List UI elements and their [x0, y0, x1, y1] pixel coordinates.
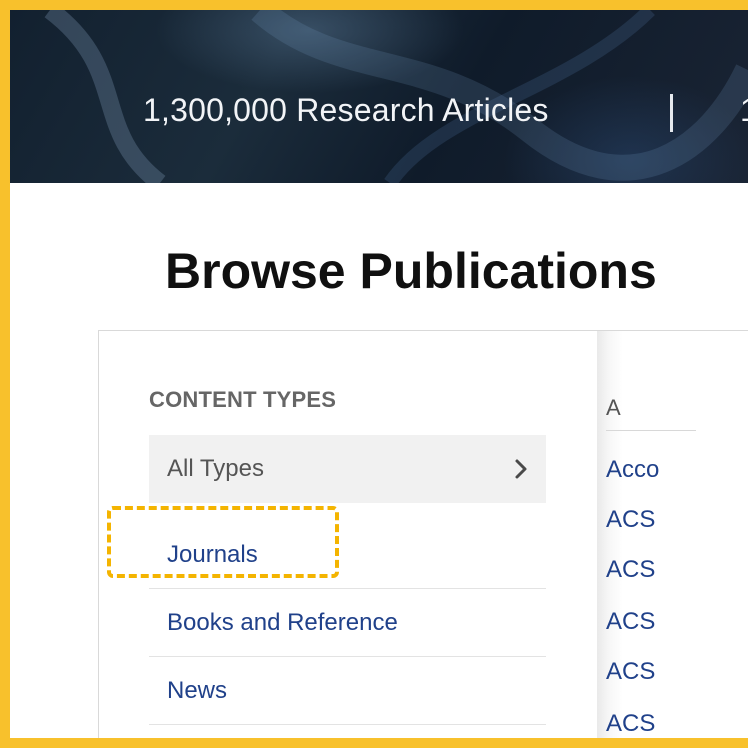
content-type-news[interactable]: News: [149, 657, 546, 725]
content-type-books-and-reference[interactable]: Books and Reference: [149, 589, 546, 657]
publication-link[interactable]: ACS: [606, 608, 655, 636]
content-type-label: All Types: [167, 455, 264, 482]
hero-stat-divider: [670, 94, 673, 132]
content-type-journals[interactable]: Journals: [149, 521, 546, 589]
content-type-all-types[interactable]: All Types: [149, 435, 546, 503]
publication-link[interactable]: ACS: [606, 556, 655, 584]
content-types-heading: CONTENT TYPES: [149, 387, 337, 412]
content-types-sidebar: CONTENT TYPES All Types Journals Books a…: [99, 331, 597, 738]
content-type-label: News: [167, 676, 228, 704]
publication-link[interactable]: ACS: [606, 710, 655, 738]
content-type-label: Books and Reference: [167, 608, 398, 636]
screenshot-frame: 1,300,000 Research Articles 1 Browse Pub…: [0, 0, 748, 748]
hero-stat-secondary: 1: [740, 92, 748, 129]
alphabet-letter-heading: A: [606, 395, 621, 420]
hero-stat-research-articles: 1,300,000 Research Articles: [143, 92, 549, 128]
content-type-label: Journals: [167, 540, 258, 568]
letter-divider: [606, 430, 696, 431]
publication-link[interactable]: Acco: [606, 456, 659, 484]
hero-banner: 1,300,000 Research Articles 1: [10, 10, 748, 183]
chevron-right-icon: [515, 459, 527, 479]
publication-link[interactable]: ACS: [606, 658, 655, 686]
publication-link[interactable]: ACS: [606, 506, 655, 534]
page-title: Browse Publications: [165, 243, 657, 299]
